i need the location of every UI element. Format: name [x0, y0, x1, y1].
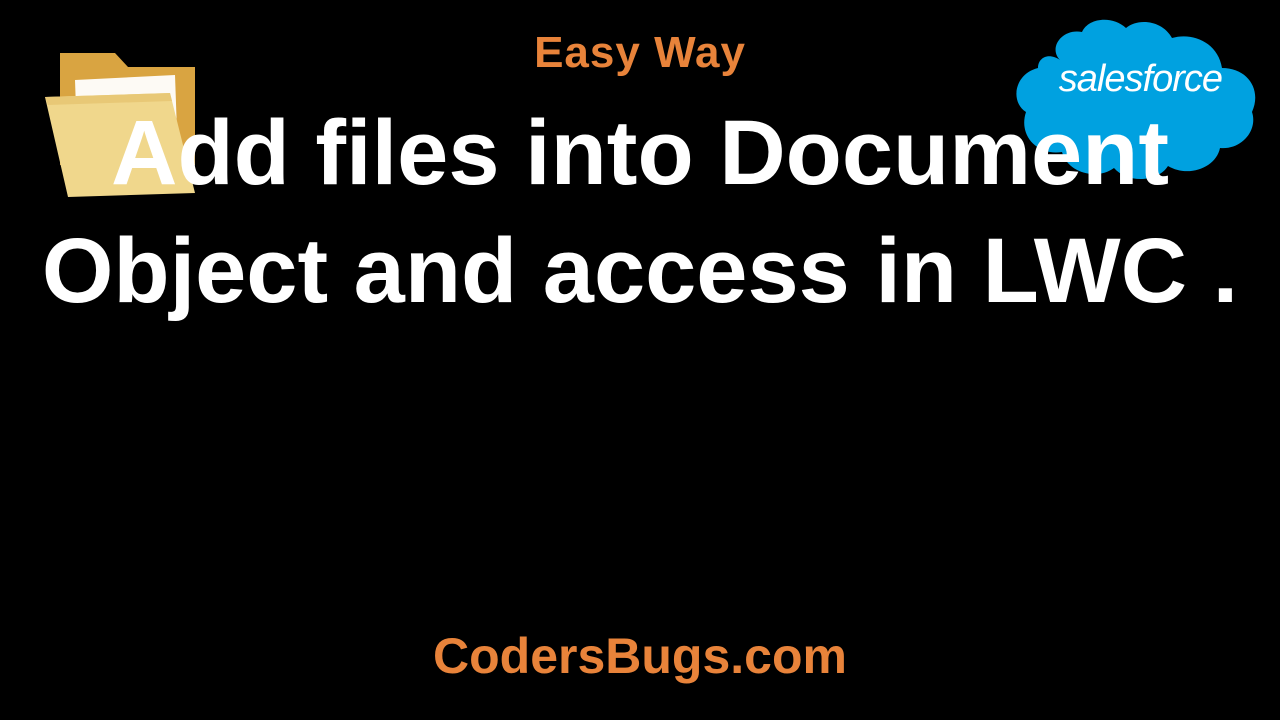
- main-title: Add files into Document Object and acces…: [0, 95, 1280, 331]
- salesforce-bold: sales: [1059, 58, 1143, 100]
- salesforce-light: force: [1143, 58, 1222, 100]
- website-url: CodersBugs.com: [433, 627, 847, 685]
- subtitle: Easy Way: [534, 28, 746, 78]
